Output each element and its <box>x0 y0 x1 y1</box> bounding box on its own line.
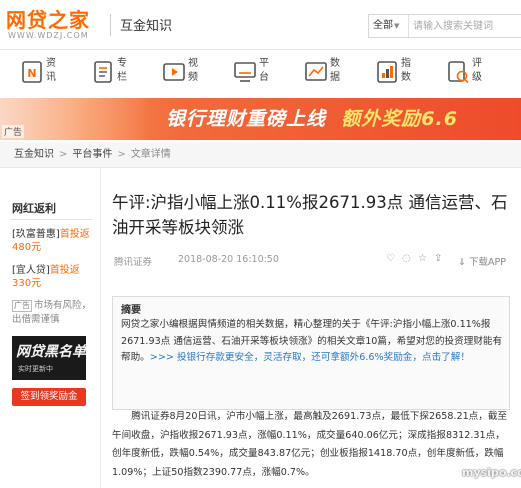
index-icon <box>377 61 397 83</box>
summary-text: 网贷之家小编根据舆情频道的相关数据，精心整理的关于《午评:沪指小幅上涨0.11%… <box>121 319 503 363</box>
breadcrumb-item-events[interactable]: 平台事件 <box>72 149 112 160</box>
banner-headline: 银行理财重磅上线 额外奖励6.6 <box>166 108 458 130</box>
promo-banner[interactable]: 银行理财重磅上线 额外奖励6.6 广告 <box>0 98 521 140</box>
article-body: 腾讯证券8月20日讯，沪市小幅上涨，最高触及2691.73点，最低下探2658.… <box>112 411 508 478</box>
search-box: 全部▼ <box>368 14 521 38</box>
data-chart-icon <box>305 62 327 81</box>
share-icon[interactable]: ⇪ <box>434 253 442 264</box>
breadcrumb: 互金知识 > 平台事件 > 文章详情 <box>0 142 521 168</box>
sidebar-entry-yirendai[interactable]: [宜人贷]首投返330元 <box>12 264 92 290</box>
article-title: 午评:沪指小幅上涨0.11%报2671.93点 通信运营、石油开采等板块领涨 <box>112 193 508 237</box>
logo-wordmark: 网贷之家 <box>6 8 90 32</box>
blacklist-ad-image[interactable]: 网贷黑名单 实时更新中 <box>12 336 86 380</box>
search-input[interactable] <box>413 15 521 37</box>
column-icon <box>94 61 112 83</box>
category-nav: N 资讯 专栏 视频 平台 数据 指数 评级 <box>0 50 521 96</box>
ad-label: 广告 <box>2 125 25 138</box>
chevron-right-icon: > <box>117 149 126 160</box>
ad-label: 广告 <box>12 300 32 312</box>
sidebar-divider <box>10 219 92 220</box>
chevron-down-icon: ▼ <box>394 22 400 30</box>
search-scope-select[interactable]: 全部▼ <box>369 15 409 37</box>
top-header: 网贷之家 WWW.WDZJ.COM 互金知识 全部▼ <box>0 0 521 50</box>
download-app-link[interactable]: ⇓ 下载APP <box>458 254 506 268</box>
platform-icon <box>234 62 256 82</box>
article-source: 腾讯证券 <box>114 257 153 268</box>
download-icon: ⇓ <box>458 257 466 268</box>
watermark: mysipo.com <box>462 466 521 479</box>
breadcrumb-item-knowledge[interactable]: 互金知识 <box>14 149 54 160</box>
section-title: 互金知识 <box>120 19 173 34</box>
article-meta: 腾讯证券 2018-08-20 16:10:50 ♡ ◌ ☆ ⇪ ⇓ 下载APP <box>112 253 512 268</box>
summary-promo-link[interactable]: >>> 投银行存款更安全，灵活存取，还可拿额外6.6%奖励金，点击了解！ <box>150 352 470 363</box>
rating-icon <box>448 61 469 84</box>
breadcrumb-item-current: 文章详情 <box>130 149 171 160</box>
article-summary: 摘要 网贷之家小编根据舆情频道的相关数据，精心整理的关于《午评:沪指小幅上涨0.… <box>112 296 510 410</box>
header-divider <box>110 14 111 36</box>
logo-url: WWW.WDZJ.COM <box>8 31 89 40</box>
like-icon[interactable]: ♡ <box>386 253 395 264</box>
article: 午评:沪指小幅上涨0.11%报2671.93点 通信运营、石油开采等板块领涨 腾… <box>100 168 521 488</box>
sidebar-entry-jiufu[interactable]: [玖富普惠]首投返480元 <box>12 228 92 254</box>
svg-text:N: N <box>27 67 36 80</box>
site-logo[interactable]: 网贷之家 WWW.WDZJ.COM <box>6 4 106 44</box>
video-icon <box>163 63 185 81</box>
risk-notice: 广告 市场有风险，出借需谨慎 <box>12 300 92 325</box>
checkin-reward-button[interactable]: 签到领奖励金 <box>12 388 86 406</box>
sidebar-title: 网红返利 <box>12 202 56 215</box>
news-icon: N <box>22 61 42 83</box>
sidebar: 网红返利 [玖富普惠]首投返480元 [宜人贷]首投返330元 广告 市场有风险，… <box>0 168 96 488</box>
summary-label: 摘要 <box>121 305 141 316</box>
comment-icon[interactable]: ◌ <box>402 253 411 264</box>
chevron-right-icon: > <box>59 149 68 160</box>
star-icon[interactable]: ☆ <box>418 253 427 264</box>
article-time: 2018-08-20 16:10:50 <box>178 254 279 265</box>
